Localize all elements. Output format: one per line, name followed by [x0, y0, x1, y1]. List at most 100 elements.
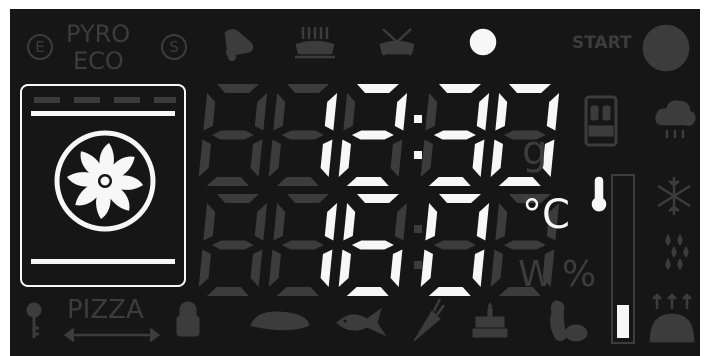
time-digit-1-segment-b: [324, 93, 338, 131]
temperature-digit-0-segment-g: [211, 240, 254, 250]
temperature-digit-0-segment-c: [250, 249, 263, 287]
temperature-digit-2-segment-c: [390, 249, 403, 287]
clock-icon: [469, 28, 497, 56]
temperature-digit-3: [420, 194, 490, 296]
time-digit-4-segment-a: [509, 84, 551, 93]
time-digit-0-segment-f: [203, 93, 216, 131]
steam-cloud-icon: [655, 100, 696, 138]
temperature-digit-0-segment-f: [203, 203, 216, 241]
temperature-digit-1-segment-f: [273, 203, 286, 241]
temperature-digit-2-segment-b: [394, 203, 408, 241]
time-digit-4-segment-d: [498, 177, 541, 186]
weight-unit: g: [522, 128, 548, 174]
time-digit-1-segment-f: [273, 93, 286, 131]
temperature-digit-2-segment-e: [338, 249, 351, 287]
time-colon-dot-0: [414, 115, 422, 123]
bread-icon: [550, 300, 588, 342]
time-digit-3-segment-d: [428, 177, 471, 186]
time-digit-3-segment-b: [476, 93, 490, 131]
time-digit-2-segment-b: [394, 93, 408, 131]
temperature-digit-1-segment-a: [287, 194, 329, 203]
temperature-digit-1-segment-g: [281, 240, 324, 250]
time-digit-2-segment-e: [338, 139, 351, 177]
temperature-digit-1: [268, 194, 338, 296]
time-digit-2-segment-f: [343, 93, 356, 131]
time-digit-2-segment-c: [390, 139, 403, 177]
time-digit-0-segment-d: [206, 177, 249, 186]
bell-icon: [224, 29, 254, 62]
grill-icon: [295, 27, 335, 59]
temperature-digit-0-segment-a: [217, 194, 259, 203]
time-digit-2-segment-a: [357, 84, 399, 93]
time-digit-0-segment-e: [198, 139, 211, 177]
start-label: START: [572, 33, 632, 53]
time-digit-1-segment-a: [287, 84, 329, 93]
temperature-digit-1-segment-e: [268, 249, 281, 287]
temperature-digit-2-segment-g: [351, 240, 394, 250]
temperature-colon-dot-0: [414, 225, 422, 233]
temperature-digit-3-segment-f: [425, 203, 438, 241]
temperature-digit-2-segment-a: [357, 194, 399, 203]
rack-icon: [584, 95, 618, 147]
drops-icon: [665, 234, 689, 270]
time-digit-4-segment-b: [546, 93, 560, 131]
temperature-digit-0-segment-b: [254, 203, 268, 241]
temperature-digit-3-segment-e: [420, 249, 433, 287]
time-digit-3-segment-a: [439, 84, 481, 93]
temperature-digit-3-segment-b: [476, 203, 490, 241]
power-unit: W: [518, 254, 554, 295]
time-digit-3: [420, 84, 490, 186]
time-digit-1-segment-c: [320, 139, 333, 177]
fan-icon: [54, 130, 156, 232]
temperature-digit-0-segment-d: [206, 287, 249, 296]
time-colon-dot-1: [414, 151, 422, 159]
temperature-digit-3-segment-d: [428, 287, 471, 296]
temperature-colon-dot-1: [414, 261, 422, 269]
time-digit-0-segment-g: [211, 130, 254, 140]
temperature-digit-3-segment-g: [433, 240, 476, 250]
time-digit-2: [338, 84, 408, 186]
temperature-bar: [611, 174, 635, 344]
fish-icon: [336, 307, 387, 337]
time-digit-4-segment-f: [495, 93, 508, 131]
time-digit-3-segment-e: [420, 139, 433, 177]
temperature-digit-2-segment-f: [343, 203, 356, 241]
percent-unit: %: [562, 254, 597, 295]
time-digit-3-segment-c: [472, 139, 485, 177]
eco-s-icon: S: [161, 34, 187, 60]
oven-display-panel: E PYRO ECO S START g °C W % PIZZA: [10, 9, 700, 356]
temperature-digit-3-segment-a: [439, 194, 481, 203]
time-digit-3-segment-f: [425, 93, 438, 131]
time-digit-0-segment-b: [254, 93, 268, 131]
temperature-digit-4-segment-g: [503, 240, 546, 250]
carrot-icon: [413, 298, 446, 342]
rising-dough-icon: [649, 293, 695, 343]
wave-icon: [642, 24, 690, 72]
cake-icon: [472, 302, 508, 338]
bottom-heater-bar: [31, 259, 175, 264]
thermometer-icon: [591, 176, 607, 212]
defrost-pan-icon: [379, 28, 415, 56]
time-digit-1: [268, 84, 338, 186]
eco-s-label: S: [169, 37, 179, 56]
key-icon: [26, 302, 42, 338]
time-digit-4-segment-e: [490, 139, 503, 177]
lock-icon: [176, 301, 200, 337]
time-digit-1-segment-g: [281, 130, 324, 140]
temperature-digit-4-segment-f: [495, 203, 508, 241]
time-digits: [198, 84, 560, 186]
eco-label: ECO: [73, 47, 124, 75]
time-digit-1-segment-e: [268, 139, 281, 177]
snowflake-icon: [657, 177, 691, 215]
time-digit-0-segment-a: [217, 84, 259, 93]
meat-icon: [250, 311, 310, 331]
temperature-digit-4-segment-e: [490, 249, 503, 287]
oven-fan-frame: [20, 84, 186, 287]
temperature-digit-1-segment-c: [320, 249, 333, 287]
time-digit-2-segment-d: [346, 177, 389, 186]
temperature-digit-2: [338, 194, 408, 296]
top-heater-bar: [31, 111, 175, 116]
pizza-arrow-icon: [63, 328, 161, 342]
pizza-label: PIZZA: [67, 295, 144, 325]
time-digit-1-segment-d: [276, 177, 319, 186]
